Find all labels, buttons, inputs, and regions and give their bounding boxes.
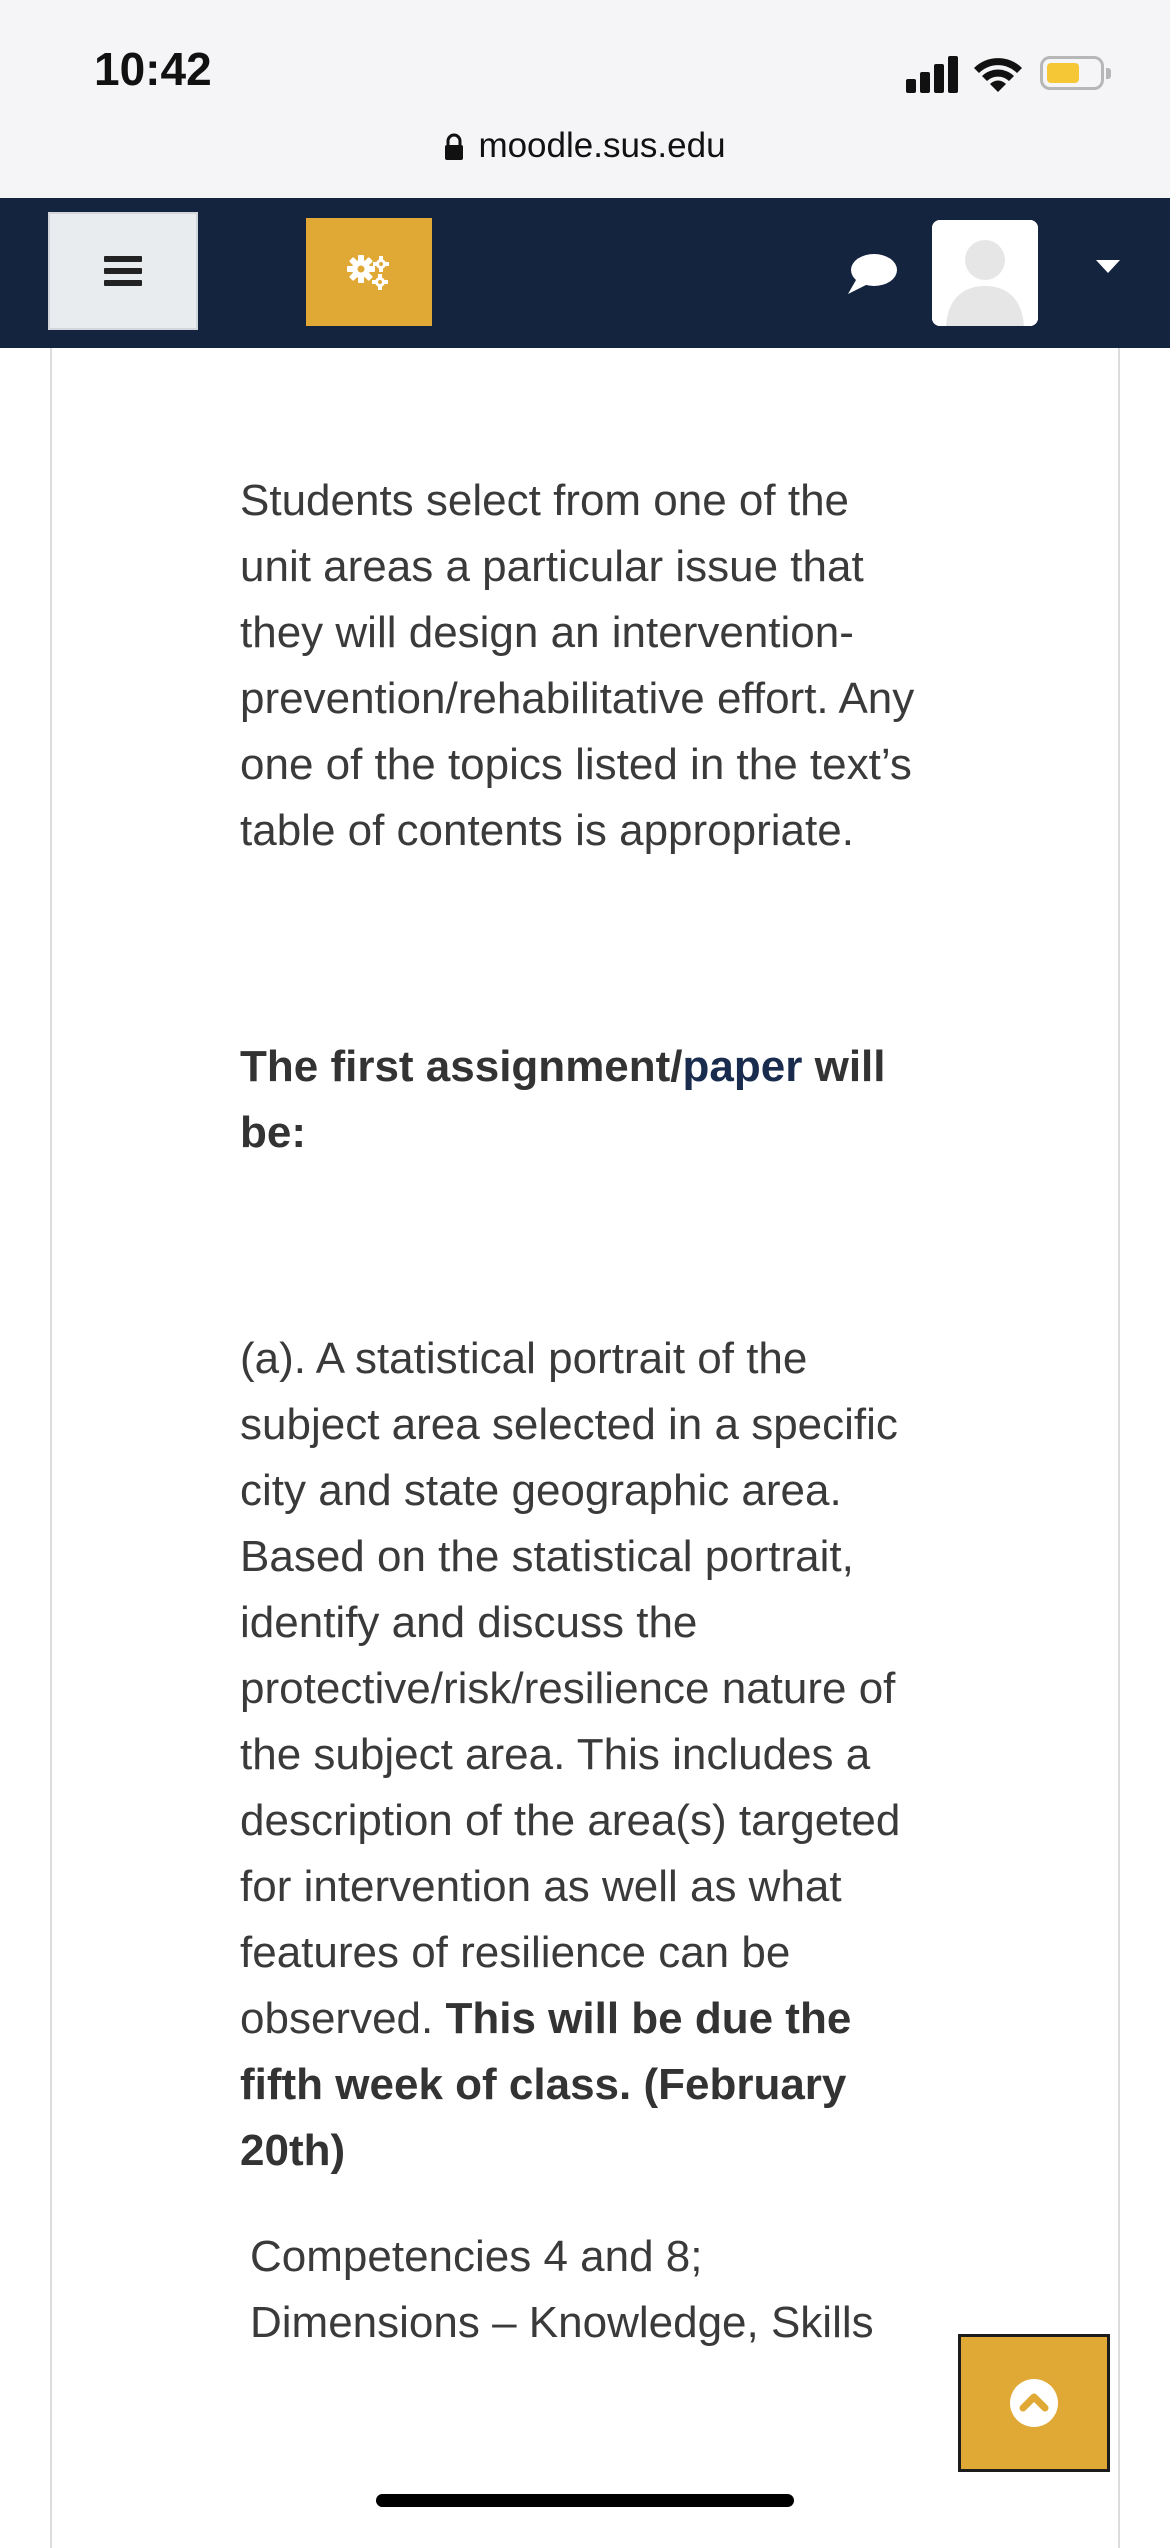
user-menu-caret-icon[interactable] (1096, 260, 1120, 273)
assignment-heading: The first assignment/paper will be: (240, 1034, 920, 1166)
battery-icon (1040, 56, 1111, 90)
status-bar: 10:42 moodle.sus.edu (0, 0, 1170, 198)
status-time: 10:42 (94, 43, 212, 95)
top-navbar (0, 198, 1170, 348)
details-text: (a). A statistical portrait of the subje… (240, 1334, 901, 2043)
intro-paragraph: Students select from one of the unit are… (240, 476, 915, 855)
chevron-up-icon (1010, 2379, 1058, 2427)
url-text: moodle.sus.edu (478, 126, 726, 165)
address-bar[interactable]: moodle.sus.edu (0, 126, 1170, 166)
heading-prefix: The first assignment/ (240, 1042, 683, 1091)
lock-icon (444, 130, 464, 160)
competencies-text: Competencies 4 and 8; Dimensions – Knowl… (250, 2232, 874, 2347)
cellular-signal-icon (906, 55, 962, 93)
back-to-top-button[interactable] (958, 2334, 1110, 2472)
assignment-description: Students select from one of the unit are… (240, 468, 920, 2356)
wifi-icon (974, 58, 1022, 92)
user-avatar[interactable] (932, 220, 1038, 326)
chat-icon[interactable] (846, 250, 898, 296)
settings-button[interactable] (306, 218, 432, 326)
gears-icon (347, 255, 389, 290)
home-indicator (376, 2494, 794, 2507)
assignment-details: (a). A statistical portrait of the subje… (240, 1326, 920, 2184)
menu-button[interactable] (48, 212, 198, 330)
paper-link[interactable]: paper (683, 1042, 803, 1091)
hamburger-icon (104, 250, 142, 292)
